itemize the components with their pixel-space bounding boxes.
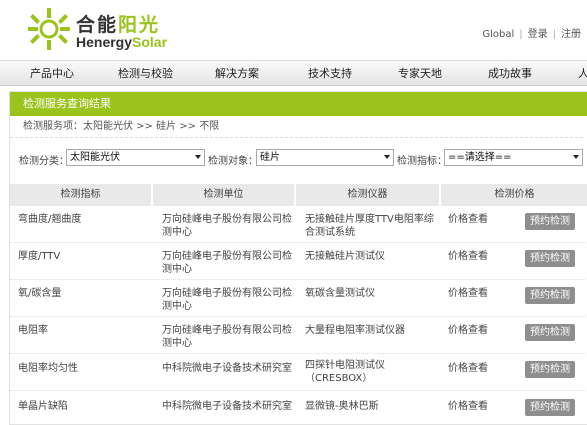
price-link[interactable]: 价格查看: [448, 362, 488, 375]
cell-instrument: 无接触硅片厚度TTV电阻率综 合测试系统: [305, 213, 434, 239]
nav-item-cases[interactable]: 成功故事: [488, 61, 532, 87]
cell-instrument-line: 无接触硅片测试仪: [305, 251, 385, 262]
cell-unit-line: 中科院微电子设备技术研究室: [162, 401, 292, 412]
cell-unit-line: 测中心: [162, 338, 192, 349]
register-link[interactable]: 注册: [561, 29, 581, 40]
table-row: 单晶片缺陷 中科院微电子设备技术研究室 显微镜-奥林巴斯 价格查看 预约检测: [10, 391, 587, 425]
price-link[interactable]: 价格查看: [448, 400, 488, 413]
price-link[interactable]: 价格查看: [448, 287, 488, 300]
cell-unit-line: 万向硅峰电子股份有限公司检: [162, 288, 292, 299]
price-link[interactable]: 价格查看: [448, 213, 488, 226]
brand-logo[interactable]: 合能阳光 HenergySolar: [26, 6, 176, 52]
cell-indicator: 厚度/TTV: [18, 251, 61, 262]
table-row: 电阻率 万向硅峰电子股份有限公司检 测中心 大量程电阻率测试仪器 价格查看 预约检…: [10, 317, 587, 354]
cell-instrument: 显微镜-奥林巴斯: [305, 400, 379, 413]
cell-unit: 万向硅峰电子股份有限公司检 测中心: [162, 324, 292, 350]
nav-item-products[interactable]: 产品中心: [30, 61, 74, 87]
cell-indicator: 单晶片缺陷: [18, 401, 68, 412]
sun-logo-icon: [28, 8, 70, 50]
header-unit: 检测单位: [153, 184, 296, 206]
cell-indicator: 氧/碳含量: [18, 288, 62, 299]
table-header: 检测指标 检测单位 检测仪器 检测价格: [10, 184, 587, 206]
book-test-button[interactable]: 预约检测: [525, 324, 575, 341]
cell-instrument-line: 四探针电阻测试仪: [305, 360, 385, 371]
brand-name-en: HenergySolar: [76, 34, 168, 50]
object-label: 检测对象：: [208, 156, 258, 167]
header-instrument: 检测仪器: [296, 184, 441, 206]
main-nav: 产品中心 检测与校验 解决方案 技术支持 专家天地 成功故事 人: [0, 60, 587, 86]
cell-indicator: 电阻率: [18, 325, 48, 336]
category-select-value: 太阳能光伏: [70, 152, 120, 163]
indicator-select[interactable]: ==请选择==: [444, 149, 583, 166]
nav-item-experts[interactable]: 专家天地: [398, 61, 442, 87]
price-link[interactable]: 价格查看: [448, 324, 488, 337]
object-select[interactable]: 硅片: [256, 149, 394, 166]
indicator-label: 检测指标：: [397, 156, 447, 167]
cell-unit-line: 万向硅峰电子股份有限公司检: [162, 251, 292, 262]
nav-item-solutions[interactable]: 解决方案: [215, 61, 259, 87]
table-row: 厚度/TTV 万向硅峰电子股份有限公司检 测中心 无接触硅片测试仪 价格查看 预约…: [10, 243, 587, 280]
cell-instrument: 无接触硅片测试仪: [305, 250, 385, 263]
book-test-button[interactable]: 预约检测: [525, 399, 575, 416]
cell-instrument-line: （CRESBOX）: [305, 373, 373, 384]
cell-unit: 万向硅峰电子股份有限公司检 测中心: [162, 287, 292, 313]
book-test-button[interactable]: 预约检测: [525, 250, 575, 267]
chevron-down-icon: [573, 155, 579, 159]
panel-title: 检测服务查询结果: [10, 92, 587, 116]
cell-unit-line: 万向硅峰电子股份有限公司检: [162, 214, 292, 225]
table-row: 氧/碳含量 万向硅峰电子股份有限公司检 测中心 氧碳含量测试仪 价格查看 预约检测: [10, 280, 587, 317]
table-row: 弯曲度/翘曲度 万向硅峰电子股份有限公司检 测中心 无接触硅片厚度TTV电阻率综合…: [10, 206, 587, 243]
cell-instrument-line: 无接触硅片厚度TTV电阻率综: [305, 214, 434, 225]
table-row: 电阻率均匀性 中科院微电子设备技术研究室 四探针电阻测试仪 （CRESBOX） 价…: [10, 354, 587, 391]
cell-unit-line: 万向硅峰电子股份有限公司检: [162, 325, 292, 336]
header-indicator: 检测指标: [10, 184, 153, 206]
cell-instrument: 大量程电阻率测试仪器: [305, 324, 405, 337]
query-result-panel: 检测服务查询结果 检测服务项：太阳能光伏 >> 硅片 >> 不限 检测分类： 太…: [9, 91, 587, 425]
brand-name-cn: 合能阳光: [76, 14, 161, 36]
cell-unit: 万向硅峰电子股份有限公司检 测中心: [162, 213, 292, 239]
chevron-down-icon: [195, 155, 201, 159]
cell-unit-line: 测中心: [162, 264, 192, 275]
cell-instrument-line: 大量程电阻率测试仪器: [305, 325, 405, 336]
cell-unit: 中科院微电子设备技术研究室: [162, 362, 292, 375]
cell-unit: 中科院微电子设备技术研究室: [162, 400, 292, 413]
cell-instrument: 氧碳含量测试仪: [305, 287, 375, 300]
nav-item-support[interactable]: 技术支持: [308, 61, 352, 87]
book-test-button[interactable]: 预约检测: [525, 287, 575, 304]
site-header: 合能阳光 HenergySolar Global | 登录 | 注册: [0, 0, 587, 58]
book-test-button[interactable]: 预约检测: [525, 213, 575, 230]
category-select[interactable]: 太阳能光伏: [66, 149, 205, 166]
cell-instrument: 四探针电阻测试仪 （CRESBOX）: [305, 359, 385, 385]
cell-instrument-line: 氧碳含量测试仪: [305, 288, 375, 299]
filter-bar: 检测分类： 太阳能光伏 检测对象： 硅片 检测指标： ==请选择==: [10, 149, 587, 169]
object-select-value: 硅片: [260, 152, 280, 163]
cell-unit-line: 测中心: [162, 227, 192, 238]
cell-indicator: 弯曲度/翘曲度: [18, 214, 82, 225]
cell-indicator: 电阻率均匀性: [18, 363, 78, 374]
category-label: 检测分类：: [19, 156, 69, 167]
chevron-down-icon: [384, 155, 390, 159]
price-link[interactable]: 价格查看: [448, 250, 488, 263]
cell-instrument-line: 显微镜-奥林巴斯: [305, 401, 379, 412]
cell-instrument-line: 合测试系统: [305, 227, 355, 238]
nav-item-more[interactable]: 人: [578, 61, 587, 87]
cell-unit: 万向硅峰电子股份有限公司检 测中心: [162, 250, 292, 276]
cell-unit-line: 测中心: [162, 301, 192, 312]
indicator-select-value: ==请选择==: [448, 152, 512, 163]
login-link[interactable]: 登录: [528, 29, 548, 40]
header-price: 检测价格: [441, 184, 587, 206]
breadcrumb: 检测服务项：太阳能光伏 >> 硅片 >> 不限: [10, 116, 583, 138]
link-separator: |: [519, 29, 523, 40]
link-separator: |: [552, 29, 556, 40]
top-links: Global | 登录 | 注册: [482, 25, 581, 40]
nav-item-testing[interactable]: 检测与校验: [118, 61, 173, 87]
cell-unit-line: 中科院微电子设备技术研究室: [162, 363, 292, 374]
global-link[interactable]: Global: [482, 29, 514, 40]
book-test-button[interactable]: 预约检测: [525, 361, 575, 378]
